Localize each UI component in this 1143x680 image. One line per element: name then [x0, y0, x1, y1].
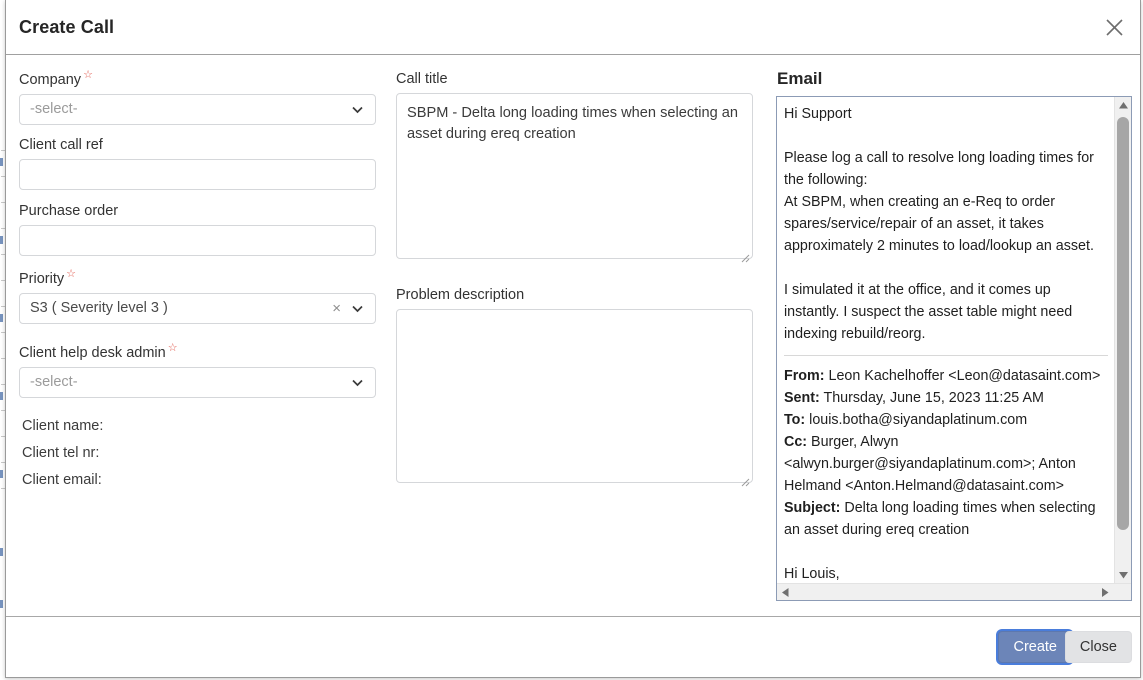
- priority-label: Priority ☆: [19, 268, 76, 287]
- field-priority: Priority ☆ S3 ( Severity level 3 ) ×: [19, 269, 376, 324]
- page-title: Create Call: [19, 17, 115, 37]
- scroll-down-arrow-icon[interactable]: [1115, 567, 1131, 584]
- email-cc-row: Cc: Burger, Alwyn <alwyn.burger@siyandap…: [784, 431, 1108, 497]
- email-paragraph-2: At SBPM, when creating an e-Req to order…: [784, 194, 1094, 254]
- client-help-desk-admin-select-value: -select-: [30, 374, 78, 391]
- email-from-value: Leon Kachelhoffer <Leon@datasaint.com>: [828, 368, 1101, 384]
- close-button[interactable]: Close: [1064, 631, 1132, 663]
- client-call-ref-label: Client call ref: [19, 137, 103, 153]
- create-call-dialog: Create Call Company ☆ -select- Client ca…: [5, 0, 1141, 678]
- call-title-label: Call title: [396, 71, 448, 87]
- field-call-title: Call title: [396, 71, 753, 264]
- scroll-left-arrow-icon[interactable]: [777, 584, 794, 600]
- required-star-icon: ☆: [167, 342, 178, 354]
- client-call-ref-input[interactable]: [19, 159, 376, 190]
- problem-description-label: Problem description: [396, 287, 525, 303]
- email-sent-value: Thursday, June 15, 2023 11:25 AM: [823, 390, 1044, 406]
- field-company: Company ☆ -select-: [19, 70, 376, 125]
- close-icon: [1105, 18, 1124, 37]
- required-star-icon: ☆: [83, 69, 93, 81]
- email-sent-row: Sent: Thursday, June 15, 2023 11:25 AM: [784, 387, 1108, 409]
- email-vertical-scrollbar[interactable]: [1114, 97, 1131, 584]
- email-scrollbar-thumb[interactable]: [1117, 117, 1129, 530]
- clear-priority-icon[interactable]: ×: [332, 301, 341, 316]
- create-button[interactable]: Create: [998, 631, 1072, 663]
- email-from-row: From: Leon Kachelhoffer <Leon@datasaint.…: [784, 365, 1108, 387]
- dialog-body: Company ☆ -select- Client call ref Purcha…: [6, 55, 1140, 616]
- email-divider: [784, 355, 1108, 356]
- chevron-down-icon: [350, 102, 365, 117]
- client-name-row: Client name:: [22, 418, 104, 434]
- email-to-label: To:: [784, 412, 806, 428]
- company-label: Company ☆: [19, 69, 93, 88]
- purchase-order-label: Purchase order: [19, 203, 119, 219]
- problem-description-textarea[interactable]: [396, 309, 753, 483]
- field-client-call-ref: Client call ref: [19, 137, 376, 190]
- email-horizontal-scrollbar[interactable]: [777, 583, 1131, 600]
- client-tel-nr-row: Client tel nr:: [22, 445, 100, 461]
- email-sent-label: Sent:: [784, 390, 820, 406]
- dialog-header: Create Call: [6, 0, 1140, 55]
- close-dialog-button[interactable]: [1097, 10, 1131, 44]
- email-to-value: louis.botha@siyandaplatinum.com: [809, 412, 1028, 428]
- email-cc-value: Burger, Alwyn <alwyn.burger@siyandaplati…: [784, 434, 1076, 494]
- field-problem-description: Problem description: [396, 287, 753, 488]
- scroll-up-arrow-icon[interactable]: [1115, 97, 1131, 114]
- chevron-down-icon: [350, 301, 365, 316]
- email-subject-label: Subject:: [784, 500, 841, 516]
- email-cc-label: Cc:: [784, 434, 808, 450]
- client-email-row: Client email:: [22, 472, 102, 488]
- scroll-right-arrow-icon[interactable]: [1097, 584, 1114, 600]
- chevron-down-icon: [350, 375, 365, 390]
- required-star-icon: ☆: [66, 268, 76, 280]
- email-to-row: To: louis.botha@siyandaplatinum.com: [784, 409, 1108, 431]
- company-select[interactable]: -select-: [19, 93, 376, 125]
- email-body: Hi Support Please log a call to resolve …: [784, 103, 1108, 584]
- email-viewer: Hi Support Please log a call to resolve …: [776, 96, 1132, 601]
- email-paragraph-1: Please log a call to resolve long loadin…: [784, 150, 1094, 188]
- email-closing-greeting: Hi Louis,: [784, 566, 840, 582]
- field-client-help-desk-admin: Client help desk admin ☆ -select-: [19, 343, 376, 398]
- email-panel-title: Email: [777, 69, 823, 88]
- call-title-textarea[interactable]: [396, 93, 753, 259]
- email-paragraph-3: I simulated it at the office, and it com…: [784, 282, 1073, 342]
- email-scroll-area[interactable]: Hi Support Please log a call to resolve …: [777, 97, 1115, 584]
- client-help-desk-admin-select[interactable]: -select-: [19, 366, 376, 398]
- dialog-footer: Create Close: [6, 616, 1140, 677]
- priority-select-value: S3 ( Severity level 3 ): [30, 300, 168, 317]
- company-select-value: -select-: [30, 101, 78, 118]
- email-greeting: Hi Support: [784, 106, 852, 122]
- priority-select[interactable]: S3 ( Severity level 3 ) ×: [19, 292, 376, 324]
- client-help-desk-admin-label: Client help desk admin ☆: [19, 342, 178, 361]
- purchase-order-input[interactable]: [19, 225, 376, 256]
- field-purchase-order: Purchase order: [19, 203, 376, 256]
- email-from-label: From:: [784, 368, 825, 384]
- email-subject-row: Subject: Delta long loading times when s…: [784, 497, 1108, 541]
